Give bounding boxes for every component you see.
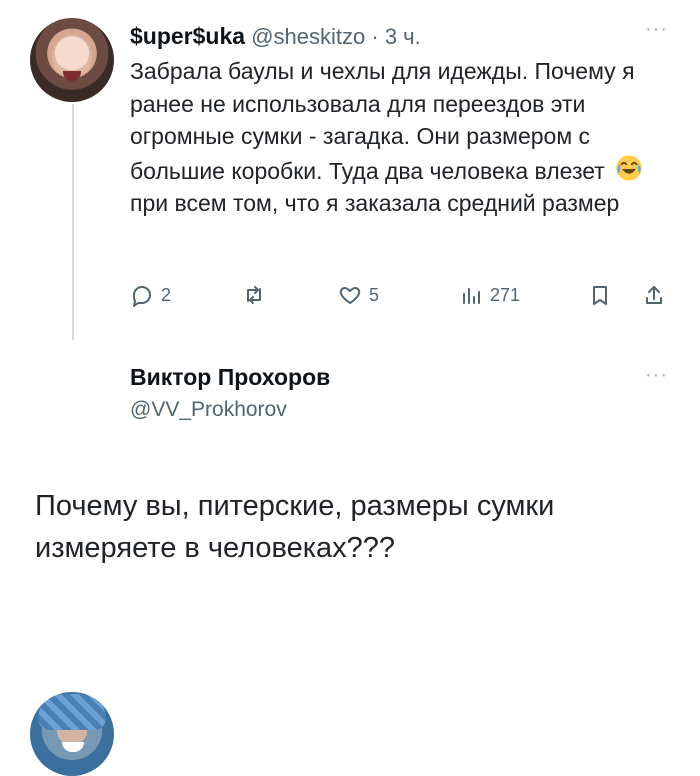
share-icon <box>646 286 662 304</box>
tweet-2[interactable]: Виктор Прохоров @VV_Prokhorov ··· Почему… <box>0 340 700 776</box>
views-button[interactable]: 271 <box>459 281 520 309</box>
reply-count: 2 <box>161 284 172 305</box>
retweet-icon <box>247 286 261 304</box>
bookmark-button[interactable] <box>588 281 612 309</box>
retweet-button[interactable] <box>242 281 273 309</box>
display-name[interactable]: $uper$uka <box>130 23 245 49</box>
tweet-text-part-1: Забрала баулы и чехлы для идежды. Почему… <box>130 58 635 184</box>
tweet-text: Забрала баулы и чехлы для идежды. Почему… <box>130 55 670 220</box>
avatar-hat <box>38 694 106 730</box>
tweet-actions: 2 5 271 <box>130 281 678 309</box>
more-options-icon[interactable]: ··· <box>645 18 668 41</box>
reply-icon <box>133 286 151 307</box>
thread-line <box>72 104 74 340</box>
laughing-face-emoji <box>616 154 642 181</box>
separator-dot: · <box>371 24 379 49</box>
tweet-text-part-2: при всем том, что я заказала средний раз… <box>130 190 620 216</box>
username[interactable]: @sheskitzo <box>251 24 365 49</box>
tweet-header: $uper$uka @sheskitzo · 3 ч. <box>130 20 670 52</box>
views-icon <box>463 288 480 304</box>
reply-button[interactable]: 2 <box>130 281 171 309</box>
avatar-viktor-prokhorov[interactable] <box>30 692 114 776</box>
username[interactable]: @VV_Prokhorov <box>130 398 287 422</box>
avatar-mouth <box>63 71 81 81</box>
share-button[interactable] <box>642 281 666 309</box>
views-count: 271 <box>490 284 521 305</box>
like-count: 5 <box>369 284 380 305</box>
like-button[interactable]: 5 <box>338 281 379 309</box>
reply-tweet-text: Почему вы, питерские, размеры сумки изме… <box>35 490 555 564</box>
heart-icon <box>339 287 361 304</box>
tweet-1[interactable]: $uper$uka @sheskitzo · 3 ч. ··· Забрала … <box>0 0 700 340</box>
avatar-supersuka[interactable] <box>30 18 114 102</box>
bookmark-icon <box>593 286 607 305</box>
timestamp[interactable]: 3 ч. <box>385 24 421 49</box>
more-options-icon[interactable]: ··· <box>645 364 668 387</box>
avatar-smile <box>62 742 84 752</box>
display-name[interactable]: Виктор Прохоров <box>130 364 330 391</box>
